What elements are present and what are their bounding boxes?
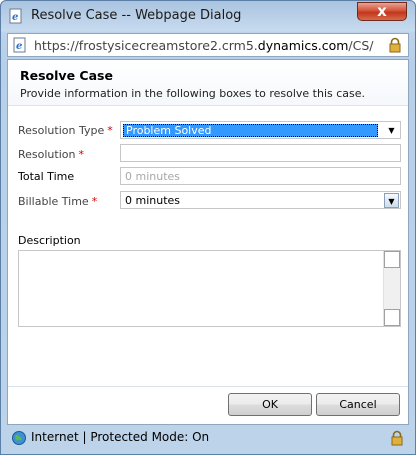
description-label: Description — [18, 234, 81, 247]
lock-icon — [389, 37, 401, 53]
globe-icon — [12, 431, 26, 445]
page-title: Resolve Case — [20, 68, 113, 83]
window-title: Resolve Case -- Webpage Dialog — [31, 8, 242, 23]
scroll-up-button[interactable] — [384, 251, 400, 268]
scrollbar[interactable] — [383, 251, 400, 326]
total-time-field: 0 minutes — [120, 167, 401, 185]
page-subtitle: Provide information in the following box… — [20, 87, 366, 100]
resolution-label: Resolution * — [18, 148, 84, 161]
ok-button[interactable]: OK — [228, 393, 312, 416]
ie-page-icon: e — [9, 8, 22, 24]
dialog-content: Resolve Case Provide information in the … — [7, 59, 409, 425]
dialog-window: e Resolve Case -- Webpage Dialog x e htt… — [0, 0, 416, 455]
address-bar[interactable]: e https://frostysicecreamstore2.crm5.dyn… — [7, 33, 409, 57]
resolution-type-select[interactable]: Problem Solved ▼ — [120, 121, 401, 139]
required-marker: * — [78, 148, 84, 161]
billable-time-label: Billable Time * — [18, 195, 98, 208]
cancel-button[interactable]: Cancel — [316, 393, 400, 416]
chevron-down-icon[interactable]: ▼ — [384, 193, 399, 208]
lock-icon — [391, 430, 403, 446]
billable-time-select[interactable]: 0 minutes ▼ — [120, 191, 401, 209]
billable-time-value: 0 minutes — [125, 194, 181, 207]
resolution-type-label: Resolution Type * — [18, 124, 113, 137]
close-icon: x — [377, 2, 387, 20]
svg-text:e: e — [16, 41, 22, 52]
selected-option: Problem Solved — [123, 124, 378, 137]
required-marker: * — [107, 124, 113, 137]
status-bar: Internet | Protected Mode: On — [7, 427, 409, 449]
url-suffix: /CS/cases/dlg_ — [348, 38, 374, 53]
status-text: Internet | Protected Mode: On — [31, 430, 210, 444]
ie-page-icon: e — [13, 37, 26, 53]
url-prefix: https://frostysicecreamstore2.crm5. — [34, 38, 258, 53]
url-domain: dynamics.com — [257, 38, 349, 53]
chevron-down-icon[interactable]: ▼ — [384, 123, 399, 138]
dialog-header: Resolve Case Provide information in the … — [8, 60, 408, 106]
required-marker: * — [91, 195, 98, 208]
footer-divider — [8, 386, 408, 387]
resolution-input[interactable] — [120, 144, 401, 162]
total-time-value: 0 minutes — [125, 170, 181, 183]
title-bar[interactable]: e Resolve Case -- Webpage Dialog x — [1, 1, 415, 31]
description-textarea[interactable] — [18, 250, 401, 327]
scroll-down-button[interactable] — [384, 309, 400, 326]
close-button[interactable]: x — [357, 2, 407, 21]
svg-text:e: e — [12, 12, 18, 23]
total-time-label: Total Time — [18, 170, 75, 183]
url-text: https://frostysicecreamstore2.crm5.dynam… — [34, 38, 374, 53]
